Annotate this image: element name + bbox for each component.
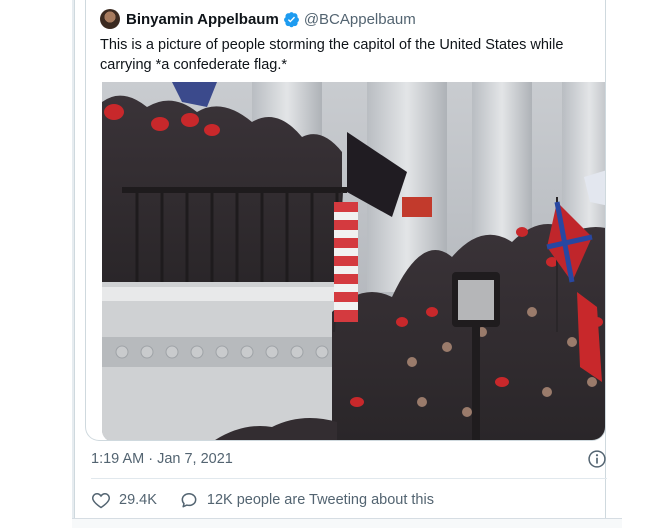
speech-bubble-icon[interactable] bbox=[179, 490, 199, 510]
right-page-margin bbox=[622, 0, 659, 528]
tweet-card[interactable]: Binyamin Appelbaum @BCAppelbaum This is … bbox=[74, 0, 607, 518]
quoted-tweet-text: This is a picture of people storming the… bbox=[100, 37, 564, 73]
left-page-margin bbox=[0, 0, 72, 528]
divider bbox=[91, 478, 607, 479]
like-count[interactable]: 29.4K bbox=[119, 492, 157, 508]
bottom-edge bbox=[72, 518, 622, 528]
quoted-tweet-header: Binyamin Appelbaum @BCAppelbaum bbox=[100, 9, 416, 29]
quoted-tweet[interactable]: Binyamin Appelbaum @BCAppelbaum This is … bbox=[85, 0, 606, 441]
tweet-actions: 29.4K 12K people are Tweeting about this bbox=[91, 489, 434, 511]
verified-badge-icon bbox=[283, 11, 300, 28]
tweeting-about-link[interactable]: 12K people are Tweeting about this bbox=[207, 492, 434, 508]
info-icon[interactable] bbox=[587, 449, 607, 469]
tweet-timestamp[interactable]: 1:19 AM · Jan 7, 2021 bbox=[91, 451, 233, 467]
avatar[interactable] bbox=[100, 9, 120, 29]
tweet-photo[interactable] bbox=[102, 82, 605, 440]
heart-icon[interactable] bbox=[91, 490, 111, 510]
author-name[interactable]: Binyamin Appelbaum bbox=[126, 11, 279, 28]
author-handle[interactable]: @BCAppelbaum bbox=[304, 11, 416, 28]
